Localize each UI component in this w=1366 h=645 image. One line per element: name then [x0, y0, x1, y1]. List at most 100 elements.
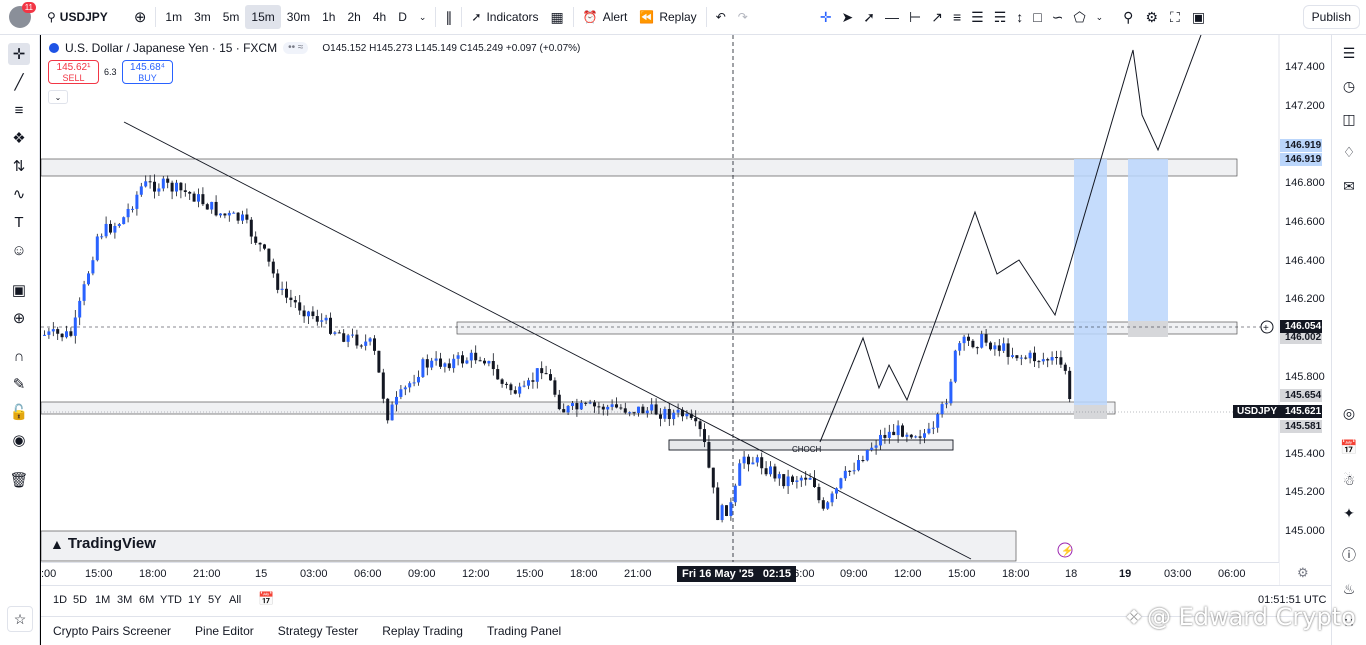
pattern-tool-icon[interactable]: ❖ — [8, 127, 30, 149]
range-5Y[interactable]: 5Y — [208, 594, 221, 606]
tf-15m[interactable]: 15m — [245, 5, 281, 29]
polyline-icon[interactable]: ⬠ — [1073, 9, 1085, 26]
legend-collapse-chevron-icon[interactable]: ⌄ — [48, 90, 68, 104]
cursor-arrow-icon[interactable]: ➤ — [842, 9, 854, 26]
fib-retracement-icon[interactable]: ≡ — [953, 9, 961, 25]
emoji-tool-icon[interactable]: ☺ — [8, 239, 30, 261]
range-YTD[interactable]: YTD — [160, 594, 182, 606]
alerts-clock-icon[interactable]: ◷ — [1339, 76, 1359, 96]
compare-add-button[interactable]: ⊕ — [128, 0, 153, 35]
sparkles-icon[interactable]: ✦ — [1339, 503, 1359, 523]
time-label: 15:00 — [948, 568, 976, 580]
chart-pane[interactable]: CHOCH ⚡ + U.S. Dollar / Japanese Yen · 1… — [41, 35, 1331, 585]
candle-body — [892, 431, 896, 436]
trend-line-icon[interactable]: ➚ — [863, 9, 875, 26]
search-icon: ⚲ — [47, 10, 56, 24]
timeframe-chevron-down-icon[interactable]: ⌄ — [413, 0, 433, 35]
axis-settings-gear-icon[interactable]: ⚙ — [1297, 565, 1309, 581]
indicators-button[interactable]: ➚ Indicators — [465, 0, 544, 35]
ray-icon[interactable]: ↗ — [931, 9, 943, 26]
crosshair-icon[interactable]: ✛ — [820, 9, 832, 26]
range-5D[interactable]: 5D — [73, 594, 87, 606]
tab-crypto-pairs-screener[interactable]: Crypto Pairs Screener — [41, 624, 183, 638]
candle-body — [227, 212, 231, 216]
trend-line-tool-icon[interactable]: ╱ — [8, 71, 30, 93]
range-1Y[interactable]: 1Y — [188, 594, 201, 606]
time-axis[interactable]: :00 15:00 18:00 21:00 15 03:00 06:00 09:… — [41, 562, 1279, 585]
candle-body — [434, 358, 438, 361]
tf-5m[interactable]: 5m — [217, 0, 246, 35]
fib-channel-icon[interactable]: ☴ — [994, 9, 1007, 26]
alert-bolt-icon[interactable]: ⚡ — [1057, 542, 1073, 558]
tab-strategy-tester[interactable]: Strategy Tester — [266, 624, 370, 638]
chart-type-icon[interactable]: ∥ — [439, 0, 458, 35]
calendar-icon[interactable]: 📅 — [1339, 437, 1359, 457]
range-All[interactable]: All — [229, 594, 241, 606]
parallel-channel-icon[interactable]: ☰ — [971, 9, 984, 26]
drawings-more-chevron-icon[interactable]: ⌄ — [1096, 12, 1104, 23]
rectangle-icon[interactable]: □ — [1033, 9, 1041, 25]
zoom-icon[interactable]: ⚲ — [1123, 9, 1133, 26]
goto-date-calendar-icon[interactable]: 📅 — [258, 591, 274, 607]
trophy-icon[interactable]: ☃ — [1339, 470, 1359, 490]
tf-2h[interactable]: 2h — [341, 0, 366, 35]
candle-body — [874, 445, 878, 448]
rewind-icon: ⏪ — [639, 10, 655, 24]
crosshair-plus-icon[interactable]: + — [1260, 320, 1274, 334]
tf-1h[interactable]: 1h — [316, 0, 341, 35]
magnet-tool-icon[interactable]: ∩ — [8, 345, 30, 367]
publish-button[interactable]: Publish — [1302, 5, 1360, 29]
long-position-icon[interactable]: ↕ — [1016, 9, 1023, 25]
eye-icon[interactable]: ◉ — [8, 429, 30, 451]
object-tree-icon[interactable]: ◫ — [1339, 109, 1359, 129]
zoom-in-tool-icon[interactable]: ⊕ — [8, 307, 30, 329]
forecast-tool-icon[interactable]: ⇅ — [8, 155, 30, 177]
ruler-tool-icon[interactable]: ▣ — [8, 279, 30, 301]
target-icon[interactable]: ◎ — [1339, 403, 1359, 423]
tf-1m[interactable]: 1m — [159, 0, 188, 35]
horizontal-ray-icon[interactable]: ⊢ — [909, 9, 921, 26]
symbol-search[interactable]: ⚲ USDJPY — [41, 0, 114, 35]
alert-button[interactable]: ⏰ Alert — [577, 0, 634, 35]
user-avatar[interactable]: 11 — [9, 2, 36, 28]
watchlist-icon[interactable]: ☰ — [1339, 43, 1359, 63]
tf-3m[interactable]: 3m — [188, 0, 217, 35]
chat-icon[interactable]: ✉ — [1339, 176, 1359, 196]
range-1M[interactable]: 1M — [95, 594, 110, 606]
sell-button[interactable]: 145.62¹ SELL — [48, 60, 99, 84]
candle-body — [373, 338, 376, 351]
favorites-star-icon[interactable]: ☆ — [7, 606, 33, 632]
symbol-title[interactable]: U.S. Dollar / Japanese Yen · 15 · FXCM — [65, 41, 277, 55]
redo-icon[interactable]: ↷ — [732, 0, 754, 35]
range-3M[interactable]: 3M — [117, 594, 132, 606]
candle-body — [302, 310, 306, 317]
fullscreen-icon[interactable]: ⛶ — [1170, 9, 1180, 26]
range-6M[interactable]: 6M — [139, 594, 154, 606]
crosshair-tool-icon[interactable]: ✛ — [8, 43, 30, 65]
tab-trading-panel[interactable]: Trading Panel — [475, 624, 573, 638]
lock-pencil-tool-icon[interactable]: ✎ — [8, 373, 30, 395]
help-icon[interactable]: ⓘ — [1339, 545, 1359, 565]
chart-canvas[interactable]: CHOCH ⚡ + — [41, 35, 1331, 585]
tab-pine-editor[interactable]: Pine Editor — [183, 624, 266, 638]
settings-gear-icon[interactable]: ⚙ — [1145, 9, 1158, 26]
buy-button[interactable]: 145.68⁴ BUY — [122, 60, 173, 84]
camera-icon[interactable]: ▣ — [1192, 9, 1205, 26]
text-tool-icon[interactable]: T — [8, 211, 30, 233]
layers-icon[interactable]: ♢ — [1339, 142, 1359, 162]
tf-4h[interactable]: 4h — [367, 0, 392, 35]
path-icon[interactable]: ∽ — [1052, 9, 1064, 26]
trash-icon[interactable]: 🗑 — [8, 469, 30, 491]
fib-tool-icon[interactable]: ≡ — [8, 99, 30, 121]
templates-grid-icon[interactable]: ▦ — [545, 0, 570, 35]
lock-icon[interactable]: 🔓 — [8, 401, 30, 423]
tf-D[interactable]: D — [392, 0, 413, 35]
horizontal-line-icon[interactable]: — — [885, 9, 899, 25]
undo-icon[interactable]: ↶ — [710, 0, 732, 35]
tab-replay-trading[interactable]: Replay Trading — [370, 624, 475, 638]
tf-30m[interactable]: 30m — [281, 0, 316, 35]
replay-button[interactable]: ⏪ Replay — [633, 0, 702, 35]
bell-icon[interactable]: ♨ — [1339, 579, 1359, 599]
brush-tool-icon[interactable]: ∿ — [8, 183, 30, 205]
range-1D[interactable]: 1D — [53, 594, 67, 606]
